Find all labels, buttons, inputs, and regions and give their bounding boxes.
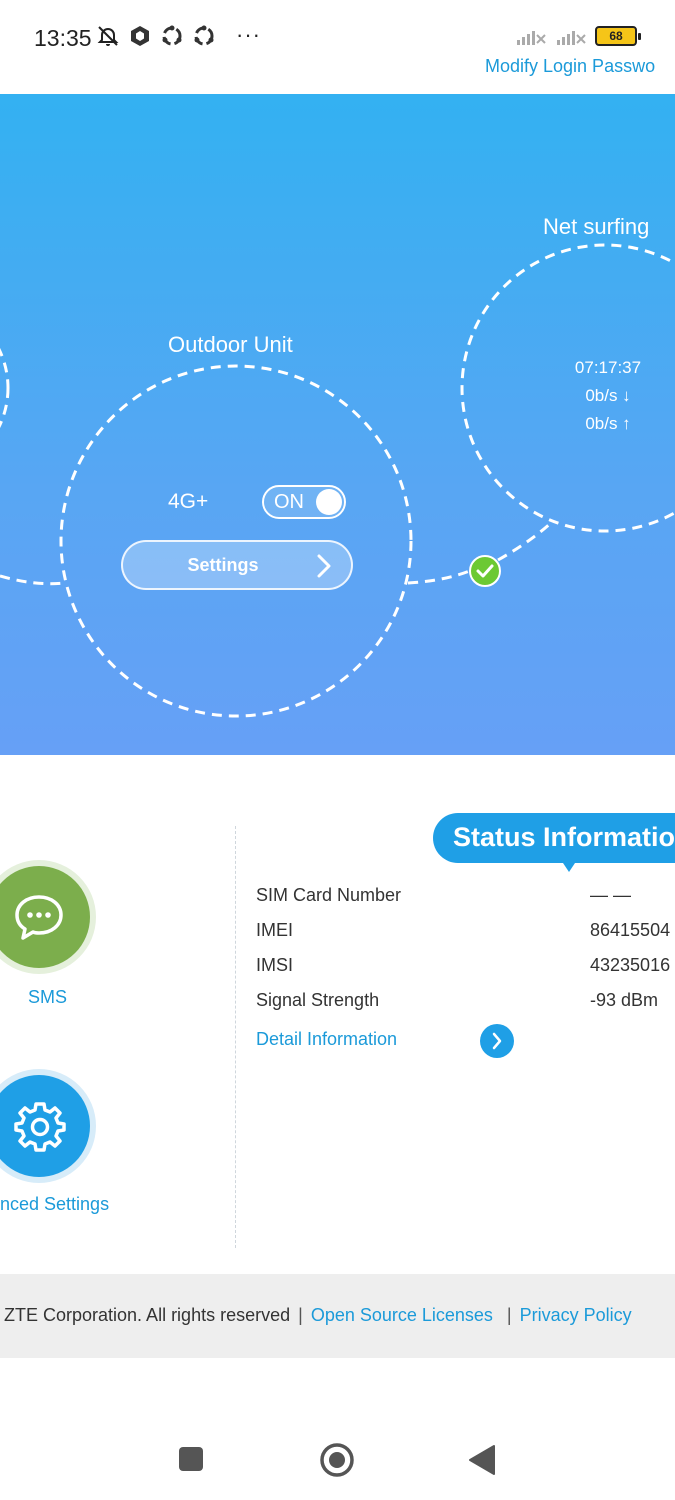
footer-separator: | [298, 1305, 303, 1325]
upload-rate: 0b/s ↑ [585, 414, 631, 433]
status-label: IMEI [256, 920, 294, 940]
sms-tile[interactable] [0, 860, 96, 974]
status-value: 86415504 [590, 920, 671, 940]
more-notifications-icon: ··· [236, 22, 261, 47]
clock: 13:35 [34, 25, 92, 51]
section-divider [235, 826, 236, 1248]
status-label: SIM Card Number [256, 885, 402, 905]
download-rate: 0b/s ↓ [585, 386, 631, 405]
silent-mode-icon [97, 26, 119, 46]
status-title-pointer [561, 860, 577, 872]
sms-label[interactable]: SMS [28, 987, 67, 1008]
status-value: — — [590, 885, 632, 905]
status-row-sim: SIM Card Number — — [256, 885, 675, 911]
open-source-licenses-link[interactable]: Open Source Licenses [311, 1305, 493, 1325]
detail-information-link[interactable]: Detail Information [256, 1029, 397, 1050]
sync-app-icon [162, 25, 182, 46]
chevron-right-icon [317, 554, 331, 578]
battery-icon: 68 [595, 26, 641, 46]
status-label: Signal Strength [256, 990, 380, 1010]
detail-information-button[interactable] [480, 1024, 514, 1058]
status-value: 43235016 [590, 955, 671, 975]
status-value: -93 dBm [590, 990, 659, 1010]
recent-apps-icon[interactable] [178, 1446, 204, 1472]
outdoor-unit-label: Outdoor Unit [168, 332, 293, 357]
back-icon[interactable] [468, 1444, 496, 1476]
status-row-imei: IMEI 86415504 [256, 920, 675, 946]
outdoor-settings-button[interactable]: Settings [121, 540, 353, 590]
net-surfing-label: Net surfing [543, 214, 650, 239]
status-bar: 13:35 ··· 68 [0, 0, 675, 60]
advanced-settings-tile[interactable] [0, 1069, 96, 1183]
connected-check-icon [469, 555, 501, 587]
toggle-knob [316, 489, 342, 515]
footer-separator: | [506, 1305, 512, 1325]
left-connector-line [0, 574, 65, 586]
chevron-right-icon [492, 1032, 502, 1050]
network-toggle[interactable]: ON [262, 485, 346, 519]
signal-no-service-icon [517, 31, 546, 45]
chat-bubble-icon [15, 895, 63, 940]
hexagon-app-icon [131, 26, 149, 46]
status-information-title: Status Information [433, 813, 675, 863]
modify-login-password-link[interactable]: Modify Login Passwo [485, 56, 675, 77]
status-row-signal: Signal Strength -93 dBm [256, 990, 675, 1016]
sync-app-icon-2 [194, 25, 214, 46]
home-icon[interactable] [319, 1442, 355, 1478]
connection-duration: 07:17:37 [574, 358, 642, 377]
advanced-settings-label[interactable]: nced Settings [0, 1194, 109, 1215]
copyright-text: ZTE Corporation. All rights reserved [4, 1305, 291, 1325]
left-node-circle [0, 347, 10, 429]
center-connector-line [407, 568, 473, 585]
status-row-imsi: IMSI 43235016 [256, 955, 675, 981]
toggle-label: ON [274, 491, 304, 513]
right-connector-line [497, 520, 554, 562]
battery-level: 68 [609, 29, 623, 43]
gear-icon [14, 1102, 66, 1152]
connection-hero-panel: Net surfing 07:17:37 0b/s ↓ 0b/s ↑ Outdo… [0, 94, 675, 755]
settings-button-label: Settings [187, 555, 259, 575]
signal-no-service-icon-2 [557, 31, 586, 45]
privacy-policy-link[interactable]: Privacy Policy [520, 1305, 632, 1325]
network-type: 4G+ [168, 490, 209, 513]
footer: ZTE Corporation. All rights reserved | Ope… [0, 1274, 675, 1358]
status-label: IMSI [256, 955, 294, 975]
system-navigation-bar [0, 1420, 675, 1500]
